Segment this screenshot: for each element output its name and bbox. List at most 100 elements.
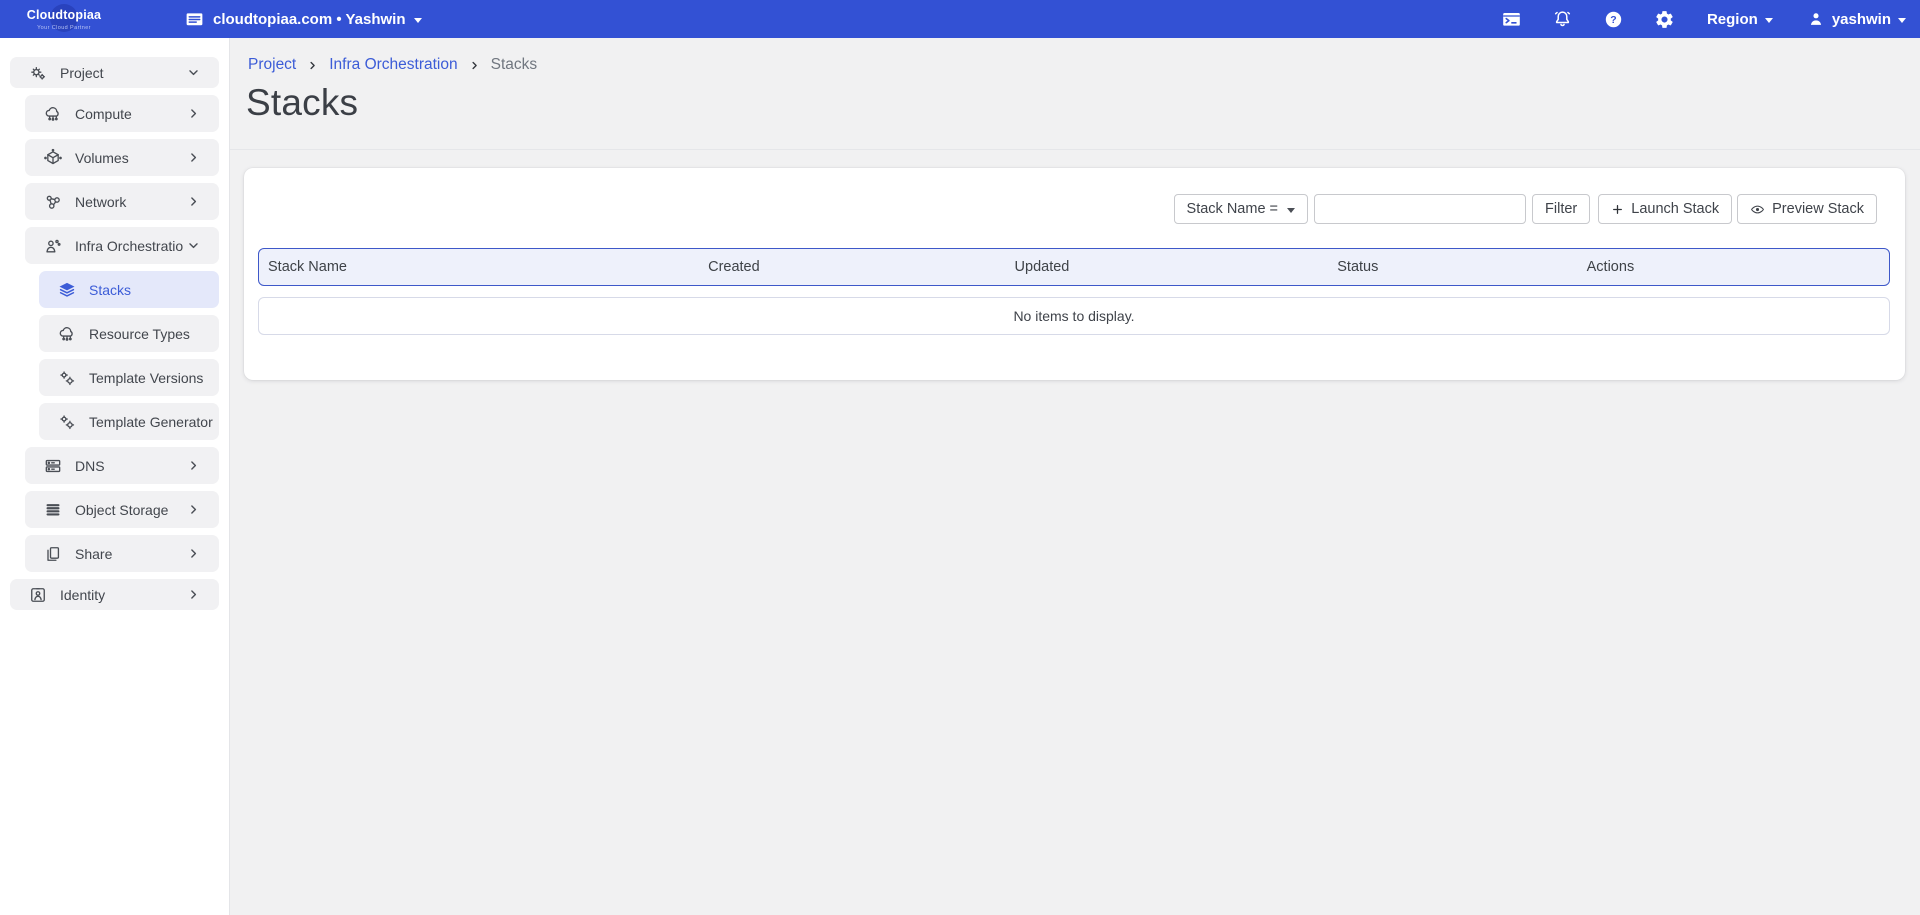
sidebar-item-label: Network [75,194,183,210]
caret-down-icon [1287,208,1295,213]
svg-text:?: ? [1610,14,1616,26]
table-header-row: Stack NameCreatedUpdatedStatusActions [258,248,1890,286]
sidebar-item-label: DNS [75,458,183,474]
bell-icon [1552,9,1573,30]
sidebar-item-stacks[interactable]: Stacks [39,271,219,308]
column-header-actions: Actions [1578,259,1889,275]
sidebar-item-template-generator[interactable]: Template Generator [39,403,219,440]
sidebar-item-template-versions[interactable]: Template Versions [39,359,219,396]
sidebar-item-label: Share [75,546,183,562]
filter-button[interactable]: Filter [1532,194,1590,224]
preview-stack-label: Preview Stack [1772,201,1864,217]
resource-types-icon [56,324,77,344]
navbar-actions: ? Region yashwin [1501,0,1906,38]
page-title: Stacks [246,82,358,124]
notifications-button[interactable] [1552,0,1573,38]
column-header-created[interactable]: Created [699,259,1005,275]
terminal-button[interactable] [1501,0,1522,38]
preview-stack-button[interactable]: Preview Stack [1737,194,1877,224]
sidebar-item-infra-orchestration[interactable]: Infra Orchestration [25,227,219,264]
sidebar-item-label: Infra Orchestration [75,238,183,254]
chevron-right-icon [183,503,204,516]
column-header-updated[interactable]: Updated [1006,259,1329,275]
infra-orchestration-icon [42,236,63,256]
main-content: ProjectInfra OrchestrationStacks Stacks … [230,38,1920,915]
network-icon [42,192,63,212]
sidebar-item-label: Object Storage [75,502,183,518]
context-label: cloudtopiaa.com • Yashwin [213,11,406,28]
sidebar-item-object-storage[interactable]: Object Storage [25,491,219,528]
project-context-dropdown[interactable]: cloudtopiaa.com • Yashwin [184,0,422,38]
chevron-right-icon [183,459,204,472]
sidebar-item-label: Volumes [75,150,183,166]
top-navbar: Cloudtopiaa Your Cloud Partner cloudtopi… [0,0,1920,38]
sidebar-item-volumes[interactable]: Volumes [25,139,219,176]
sidebar-item-label: Template Generator [89,414,219,430]
breadcrumb-separator-icon [307,60,318,71]
share-icon [42,544,63,564]
project-icon [27,63,48,83]
chevron-down-icon [183,66,204,79]
stacks-icon [56,280,77,300]
caret-down-icon [1765,18,1773,23]
sidebar-item-label: Identity [60,587,183,603]
sidebar-item-network[interactable]: Network [25,183,219,220]
sidebar-item-compute[interactable]: Compute [25,95,219,132]
sidebar-item-identity[interactable]: Identity [10,579,219,610]
sidebar-item-project[interactable]: Project [10,57,219,88]
chevron-right-icon [183,151,204,164]
chevron-right-icon [183,107,204,120]
user-label: yashwin [1832,11,1891,28]
help-button[interactable]: ? [1603,0,1624,38]
column-header-status[interactable]: Status [1328,259,1577,275]
region-dropdown[interactable]: Region [1707,11,1773,28]
object-storage-icon [42,500,63,520]
breadcrumb-separator-icon [469,60,480,71]
chevron-down-icon [183,239,204,252]
user-icon [1807,10,1825,28]
sidebar: Project Compute Volumes Network Infra Orches… [0,38,230,915]
sidebar-item-label: Project [60,65,183,81]
filter-input[interactable] [1314,194,1526,224]
volumes-icon [42,148,63,168]
template-versions-icon [56,368,77,388]
brand-logo[interactable]: Cloudtopiaa Your Cloud Partner [26,3,102,35]
table-empty-row: No items to display. [258,297,1890,335]
sidebar-item-label: Template Versions [89,370,219,386]
domain-icon [184,9,205,30]
filter-button-label: Filter [1545,201,1577,217]
breadcrumb-stacks: Stacks [491,56,538,74]
gear-icon [1654,9,1675,30]
column-header-stack-name[interactable]: Stack Name [259,259,699,275]
sidebar-item-dns[interactable]: DNS [25,447,219,484]
caret-down-icon [1898,18,1906,23]
chevron-right-icon [183,547,204,560]
region-label: Region [1707,11,1758,28]
sidebar-item-label: Resource Types [89,326,219,342]
chevron-right-icon [183,195,204,208]
help-icon: ? [1603,9,1624,30]
breadcrumb-project[interactable]: Project [248,56,296,74]
filter-field-dropdown[interactable]: Stack Name = [1174,194,1308,224]
table-toolbar: Stack Name = Filter Launch Stack Preview… [1174,194,1877,224]
launch-stack-label: Launch Stack [1631,201,1719,217]
dns-icon [42,456,63,476]
sidebar-nav: Project Compute Volumes Network Infra Orches… [0,38,229,610]
terminal-icon [1501,9,1522,30]
sidebar-item-share[interactable]: Share [25,535,219,572]
breadcrumb: Project Infra Orchestration Stacks [248,56,537,74]
launch-stack-button[interactable]: Launch Stack [1598,194,1732,224]
compute-icon [42,104,63,124]
stacks-table-card: Stack Name = Filter Launch Stack Preview… [244,168,1905,380]
breadcrumb-infra-orchestration[interactable]: Infra Orchestration [329,56,457,74]
brand-tagline: Your Cloud Partner [26,25,102,31]
user-menu-dropdown[interactable]: yashwin [1807,10,1906,28]
eye-icon [1750,202,1765,217]
sidebar-item-resource-types[interactable]: Resource Types [39,315,219,352]
plus-icon [1611,203,1624,216]
chevron-right-icon [183,588,204,601]
empty-message: No items to display. [1013,308,1134,324]
settings-button[interactable] [1654,0,1675,38]
caret-down-icon [414,18,422,23]
sidebar-item-label: Stacks [89,282,219,298]
